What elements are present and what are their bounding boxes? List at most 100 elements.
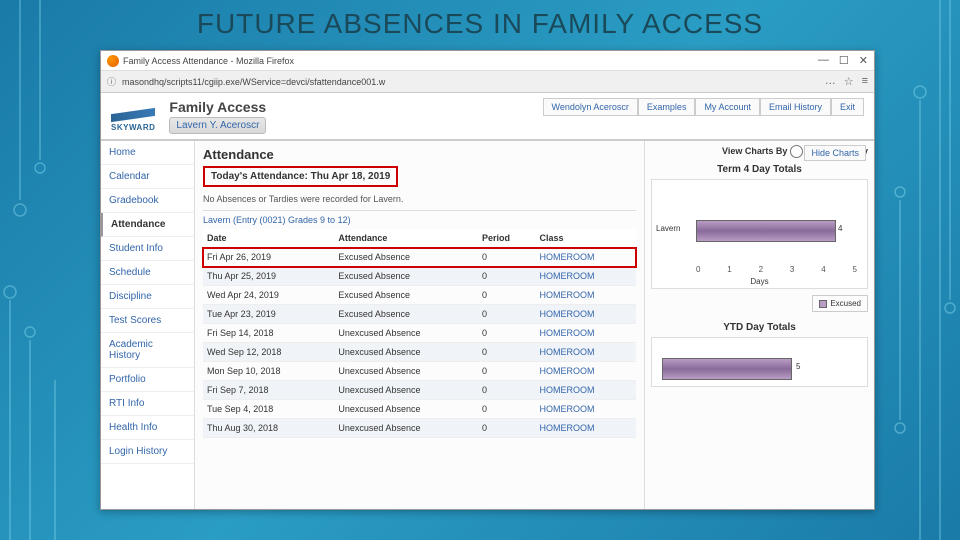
sidebar-item-gradebook[interactable]: Gradebook <box>101 189 194 213</box>
cell-class-link[interactable]: HOMEROOM <box>535 381 636 400</box>
view-by-label: View Charts By <box>722 146 787 156</box>
cell-date: Fri Sep 7, 2018 <box>203 381 334 400</box>
attendance-panel: Attendance Today's Attendance: Thu Apr 1… <box>195 141 644 509</box>
cell-date: Fri Sep 14, 2018 <box>203 324 334 343</box>
table-row: Wed Apr 24, 2019Excused Absence0HOMEROOM <box>203 286 636 305</box>
cell-date: Wed Sep 12, 2018 <box>203 343 334 362</box>
cell-class-link[interactable]: HOMEROOM <box>535 305 636 324</box>
col-date[interactable]: Date <box>203 229 334 248</box>
chart-x-title: Days <box>652 277 867 286</box>
no-absences-text: No Absences or Tardies were recorded for… <box>203 191 636 211</box>
cell-attendance: Unexcused Absence <box>334 324 478 343</box>
attendance-table: Date Attendance Period Class Fri Apr 26,… <box>203 229 636 438</box>
table-row: Tue Apr 23, 2019Excused Absence0HOMEROOM <box>203 305 636 324</box>
student-selector[interactable]: Lavern Y. Aceroscr <box>169 117 266 134</box>
cell-attendance: Unexcused Absence <box>334 400 478 419</box>
ytd-chart: 5 <box>651 337 868 387</box>
table-row: Fri Apr 26, 2019Excused Absence0HOMEROOM <box>203 248 636 267</box>
cell-attendance: Unexcused Absence <box>334 362 478 381</box>
firefox-icon <box>107 55 119 67</box>
sidebar-item-home[interactable]: Home <box>101 141 194 165</box>
cell-class-link[interactable]: HOMEROOM <box>535 248 636 267</box>
cell-class-link[interactable]: HOMEROOM <box>535 286 636 305</box>
window-title: Family Access Attendance - Mozilla Firef… <box>123 56 818 66</box>
sidebar-item-schedule[interactable]: Schedule <box>101 261 194 285</box>
top-link-email-history[interactable]: Email History <box>760 98 831 116</box>
lock-icon: ⓘ <box>107 75 116 88</box>
sidebar-item-login-history[interactable]: Login History <box>101 440 194 464</box>
cell-class-link[interactable]: HOMEROOM <box>535 267 636 286</box>
chart-y-label: Lavern <box>656 224 680 233</box>
url-text[interactable]: masondhq/scripts11/cgiip.exe/WService=de… <box>122 77 819 87</box>
sidebar-item-test-scores[interactable]: Test Scores <box>101 309 194 333</box>
top-link-my-account[interactable]: My Account <box>695 98 760 116</box>
sidebar-item-calendar[interactable]: Calendar <box>101 165 194 189</box>
cell-attendance: Unexcused Absence <box>334 381 478 400</box>
window-minimize-button[interactable]: — <box>818 54 829 67</box>
today-attendance-box: Today's Attendance: Thu Apr 18, 2019 <box>203 166 398 187</box>
cell-period: 0 <box>478 324 535 343</box>
sidebar-item-student-info[interactable]: Student Info <box>101 237 194 261</box>
cell-date: Fri Apr 26, 2019 <box>203 248 334 267</box>
window-titlebar: Family Access Attendance - Mozilla Firef… <box>101 51 874 71</box>
sidebar-item-portfolio[interactable]: Portfolio <box>101 368 194 392</box>
col-attendance[interactable]: Attendance <box>334 229 478 248</box>
address-bar: ⓘ masondhq/scripts11/cgiip.exe/WService=… <box>101 71 874 93</box>
chart-bar-value: 4 <box>838 224 842 233</box>
more-icon[interactable]: … <box>825 75 836 88</box>
cell-class-link[interactable]: HOMEROOM <box>535 400 636 419</box>
sidebar-item-academic-history[interactable]: Academic History <box>101 333 194 368</box>
top-link-examples[interactable]: Examples <box>638 98 696 116</box>
cell-period: 0 <box>478 305 535 324</box>
top-link-user[interactable]: Wendolyn Aceroscr <box>543 98 638 116</box>
skyward-logo[interactable]: SKYWARD <box>111 101 155 132</box>
cell-period: 0 <box>478 267 535 286</box>
cell-date: Tue Sep 4, 2018 <box>203 400 334 419</box>
legend-swatch-icon <box>819 300 827 308</box>
cell-attendance: Excused Absence <box>334 305 478 324</box>
sidebar-item-attendance[interactable]: Attendance <box>101 213 194 237</box>
student-entry-row[interactable]: Lavern (Entry (0021) Grades 9 to 12) <box>203 211 636 229</box>
sidebar-item-discipline[interactable]: Discipline <box>101 285 194 309</box>
bookmark-star-icon[interactable]: ☆ <box>844 75 854 88</box>
app-title: Family Access <box>169 99 542 115</box>
chart-x-axis: 0 1 2 3 4 5 <box>696 265 857 274</box>
cell-period: 0 <box>478 362 535 381</box>
cell-class-link[interactable]: HOMEROOM <box>535 324 636 343</box>
col-period[interactable]: Period <box>478 229 535 248</box>
cell-period: 0 <box>478 400 535 419</box>
cell-class-link[interactable]: HOMEROOM <box>535 343 636 362</box>
cell-date: Thu Aug 30, 2018 <box>203 419 334 438</box>
window-maximize-button[interactable]: ☐ <box>839 54 849 67</box>
cell-period: 0 <box>478 248 535 267</box>
section-title: Attendance <box>203 147 636 162</box>
cell-attendance: Excused Absence <box>334 286 478 305</box>
sidebar: Home Calendar Gradebook Attendance Stude… <box>101 141 195 509</box>
cell-date: Mon Sep 10, 2018 <box>203 362 334 381</box>
col-class[interactable]: Class <box>535 229 636 248</box>
hamburger-menu-icon[interactable]: ≡ <box>862 75 868 88</box>
browser-window: Family Access Attendance - Mozilla Firef… <box>100 50 875 510</box>
cell-period: 0 <box>478 419 535 438</box>
cell-class-link[interactable]: HOMEROOM <box>535 419 636 438</box>
window-close-button[interactable]: ✕ <box>859 54 868 67</box>
slide-title: FUTURE ABSENCES IN FAMILY ACCESS <box>0 8 960 40</box>
term-chart-title: Term 4 Day Totals <box>651 164 868 175</box>
cell-period: 0 <box>478 381 535 400</box>
table-row: Thu Apr 25, 2019Excused Absence0HOMEROOM <box>203 267 636 286</box>
term-chart: Lavern 4 0 1 2 3 4 5 Days <box>651 179 868 289</box>
skyward-logo-text: SKYWARD <box>111 123 155 132</box>
sidebar-item-health-info[interactable]: Health Info <box>101 416 194 440</box>
view-by-period-radio[interactable] <box>790 145 803 158</box>
cell-class-link[interactable]: HOMEROOM <box>535 362 636 381</box>
table-row: Thu Aug 30, 2018Unexcused Absence0HOMERO… <box>203 419 636 438</box>
charts-panel: View Charts By Period Day Term 4 Day Tot… <box>644 141 874 509</box>
sidebar-item-rti-info[interactable]: RTI Info <box>101 392 194 416</box>
hide-charts-button[interactable]: Hide Charts <box>804 145 866 161</box>
cell-attendance: Excused Absence <box>334 267 478 286</box>
cell-attendance: Excused Absence <box>334 248 478 267</box>
cell-date: Tue Apr 23, 2019 <box>203 305 334 324</box>
table-row: Fri Sep 14, 2018Unexcused Absence0HOMERO… <box>203 324 636 343</box>
top-links: Wendolyn Aceroscr Examples My Account Em… <box>543 98 864 116</box>
top-link-exit[interactable]: Exit <box>831 98 864 116</box>
